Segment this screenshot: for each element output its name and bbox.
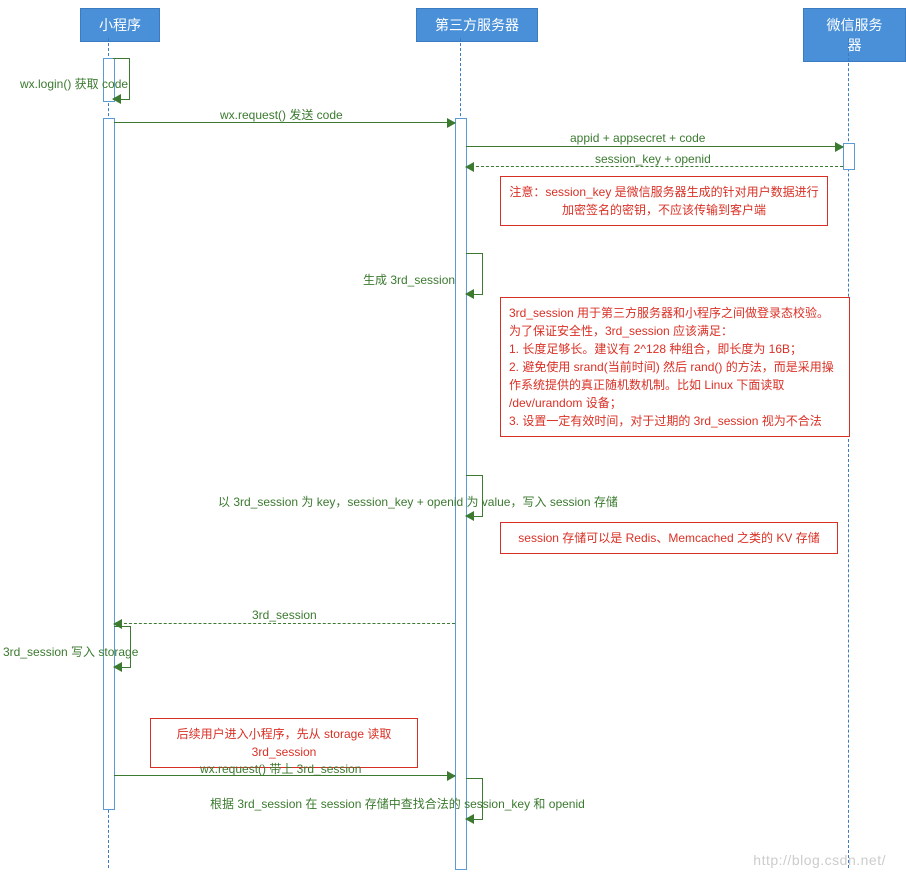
note-session-store: session 存储可以是 Redis、Memcached 之类的 KV 存储 — [500, 522, 838, 554]
msg-appid-label: appid + appsecret + code — [570, 131, 705, 145]
note-3rdsession-l4: 3. 设置一定有效时间，对于过期的 3rd_session 视为不合法 — [509, 412, 841, 430]
note-sessionkey-warning: 注意：session_key 是微信服务器生成的针对用户数据进行加密签名的密钥，… — [500, 176, 828, 226]
msg-3rdsession-return-label: 3rd_session — [252, 608, 317, 622]
note-3rdsession-l2: 1. 长度足够长。建议有 2^128 种组合，即长度为 16B； — [509, 340, 841, 358]
msg-wxrequest-code-label: wx.request() 发送 code — [220, 106, 343, 123]
self-msg-gen-3rdsession — [466, 253, 483, 295]
msg-write-session-label: 以 3rd_session 为 key，session_key + openid… — [218, 493, 618, 510]
arrow-3rdsession-return — [114, 623, 455, 624]
msg-wxrequest-3rdsession-label: wx.request() 带上 3rd_session — [200, 760, 361, 777]
actor-wechat-server: 微信服务器 — [803, 8, 906, 62]
note-3rdsession-l1: 3rd_session 用于第三方服务器和小程序之间做登录态校验。为了保证安全性… — [509, 304, 841, 340]
msg-write-storage-label: 3rd_session 写入 storage — [3, 643, 138, 660]
msg-lookup-label: 根据 3rd_session 在 session 存储中查找合法的 sessio… — [210, 795, 585, 812]
watermark: http://blog.csdn.net/ — [753, 852, 886, 868]
msg-sessionkey-label: session_key + openid — [595, 152, 711, 166]
actor-third-party-server: 第三方服务器 — [416, 8, 538, 42]
arrow-appid — [466, 146, 843, 147]
activation-a3-1 — [843, 143, 855, 170]
note-3rdsession-l3: 2. 避免使用 srand(当前时间) 然后 rand() 的方法，而是采用操作… — [509, 358, 841, 412]
note-3rdsession-detail: 3rd_session 用于第三方服务器和小程序之间做登录态校验。为了保证安全性… — [500, 297, 850, 437]
activation-a1-2 — [103, 118, 115, 810]
arrow-sessionkey — [466, 166, 843, 167]
msg-gen-3rdsession-label: 生成 3rd_session — [363, 271, 455, 288]
msg-wxlogin-label: wx.login() 获取 code — [20, 75, 128, 92]
actor-miniprogram: 小程序 — [80, 8, 160, 42]
